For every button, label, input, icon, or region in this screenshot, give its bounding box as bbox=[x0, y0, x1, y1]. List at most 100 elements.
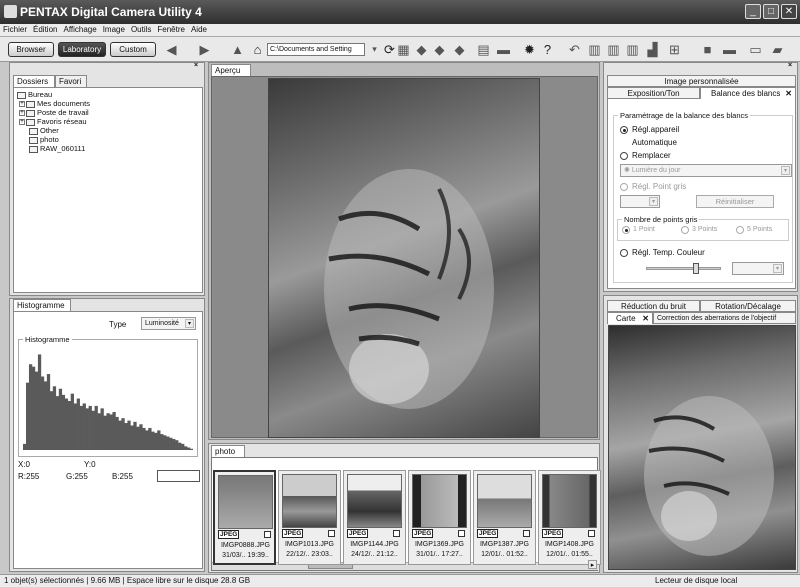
view-menu-icon[interactable]: ▰ bbox=[770, 42, 785, 57]
thumbnail-item[interactable]: JPEG IMGP1387.JPG 12/01/.. 01:52.. bbox=[473, 470, 536, 565]
scroll-right-icon[interactable]: ▸ bbox=[588, 560, 597, 569]
menu-fenetre[interactable]: Fenêtre bbox=[154, 24, 188, 35]
radio-remplacer[interactable] bbox=[620, 152, 628, 160]
tab-favori[interactable]: Favori bbox=[55, 75, 87, 87]
tab-dossiers[interactable]: Dossiers ✕ bbox=[13, 75, 55, 97]
grey-point-select[interactable]: ▾ bbox=[620, 195, 660, 208]
expand-icon[interactable]: + bbox=[19, 101, 25, 108]
tab-carte[interactable]: Carte ✕ bbox=[607, 312, 653, 324]
label-remplacer: Remplacer bbox=[632, 151, 671, 160]
menu-image[interactable]: Image bbox=[100, 24, 128, 35]
replace-preset-select[interactable]: ✺ Lumière du jour ▾ bbox=[620, 164, 792, 177]
browser-mode-button[interactable]: Browser bbox=[8, 42, 54, 57]
tool-flag-icon[interactable]: ▟ bbox=[645, 42, 660, 57]
preview-canvas[interactable] bbox=[211, 76, 598, 438]
thumbnail-checkbox[interactable] bbox=[264, 531, 271, 538]
settings-gear-icon[interactable]: ✹ bbox=[522, 42, 537, 57]
path-combo[interactable]: C:\Documents and Setting bbox=[267, 43, 365, 56]
radio-1-point[interactable] bbox=[622, 226, 630, 234]
thumbnail-item[interactable]: JPEG IMGP1013.JPG 22/12/.. 23:03.. bbox=[278, 470, 341, 565]
tree-item-mes-documents[interactable]: + Mes documents bbox=[17, 99, 199, 108]
histogram-type-select[interactable]: Luminosité ▾ bbox=[141, 317, 196, 330]
tab-balance-des-blancs[interactable]: Balance des blancs ✕ bbox=[700, 87, 796, 99]
reset-button[interactable]: Réinitialiser bbox=[696, 195, 774, 208]
tool-paste-icon[interactable]: ▥ bbox=[606, 42, 621, 57]
thumbnail-item[interactable]: JPEG IMGP1369.JPG 31/01/.. 17:27.. bbox=[408, 470, 471, 565]
menu-outils[interactable]: Outils bbox=[128, 24, 154, 35]
menu-edition[interactable]: Édition bbox=[30, 24, 60, 35]
tree-item-poste-de-travail[interactable]: + Poste de travail bbox=[17, 108, 199, 117]
menu-aide[interactable]: Aide bbox=[188, 24, 210, 35]
expand-icon[interactable]: + bbox=[19, 119, 25, 126]
back-arrow-icon[interactable]: ◀ bbox=[164, 42, 179, 57]
tree-item-bureau[interactable]: Bureau bbox=[17, 90, 199, 99]
thumbnail-checkbox[interactable] bbox=[393, 530, 400, 537]
thumbnail-checkbox[interactable] bbox=[523, 530, 530, 537]
label-3-points: 3 Points bbox=[692, 226, 718, 233]
tool-mail-icon[interactable]: ▬ bbox=[496, 42, 511, 57]
temp-slider-track[interactable] bbox=[646, 263, 721, 274]
tool-compare-icon[interactable]: ⊞ bbox=[667, 42, 682, 57]
custom-mode-button[interactable]: Custom bbox=[110, 42, 156, 57]
maximize-button[interactable]: □ bbox=[763, 4, 779, 19]
tool-grid-icon[interactable]: ▦ bbox=[396, 42, 411, 57]
adjustment-pane-close-icon[interactable]: × bbox=[788, 62, 792, 69]
thumbnail-item[interactable]: JPEG IMGP1408.JPG 12/01/.. 01:55.. bbox=[538, 470, 601, 565]
expand-icon[interactable]: + bbox=[19, 110, 25, 117]
tool-diamond-icon[interactable]: ◆ bbox=[414, 42, 429, 57]
tool-drop-icon[interactable]: ◆ bbox=[432, 42, 447, 57]
folder-pane-close-icon[interactable]: × bbox=[194, 62, 198, 69]
thumbnail-date: 31/03/.. 19:39.. bbox=[222, 552, 269, 559]
jpeg-badge: JPEG bbox=[347, 529, 369, 538]
radio-regl-appareil[interactable] bbox=[620, 126, 628, 134]
thumbnail-checkbox[interactable] bbox=[588, 530, 595, 537]
radio-3-points[interactable] bbox=[681, 226, 689, 234]
temp-value-select[interactable]: ▾ bbox=[732, 262, 784, 275]
close-button[interactable]: ✕ bbox=[781, 4, 797, 19]
view-panel-icon[interactable]: ▬ bbox=[722, 42, 737, 57]
raw-icon[interactable]: ▭ bbox=[748, 42, 763, 57]
tab-apercu[interactable]: Aperçu ✕ bbox=[211, 64, 251, 86]
thumbnail-filename: IMGP1144.JPG bbox=[350, 541, 399, 548]
home-icon[interactable]: ⌂ bbox=[250, 42, 265, 57]
tab-correction-aberrations[interactable]: Correction des aberrations de l'objectif bbox=[653, 312, 796, 324]
tab-photo[interactable]: photo ✕ bbox=[211, 445, 245, 467]
up-arrow-icon[interactable]: ▲ bbox=[230, 42, 245, 57]
path-dropdown-icon[interactable]: ▾ bbox=[367, 42, 382, 57]
tree-item-favoris-reseau[interactable]: + Favoris réseau bbox=[17, 117, 199, 126]
thumbnail-checkbox[interactable] bbox=[328, 530, 335, 537]
tree-item-raw-060111[interactable]: RAW_060111 bbox=[17, 144, 199, 153]
forward-arrow-icon[interactable]: ▶ bbox=[197, 42, 212, 57]
tab-image-personnalisee[interactable]: Image personnalisée bbox=[607, 75, 796, 87]
thumbnail-item[interactable]: JPEG IMGP1144.JPG 24/12/.. 21:12.. bbox=[343, 470, 406, 565]
radio-temp-couleur[interactable] bbox=[620, 249, 628, 257]
tab-exposition-ton[interactable]: Exposition/Ton bbox=[607, 87, 700, 99]
radio-5-points[interactable] bbox=[736, 226, 744, 234]
radio-point-gris[interactable] bbox=[620, 183, 628, 191]
tab-reduction-du-bruit[interactable]: Réduction du bruit bbox=[607, 300, 700, 312]
minimize-button[interactable]: _ bbox=[745, 4, 761, 19]
tab-rotation-decalage[interactable]: Rotation/Décalage bbox=[700, 300, 796, 312]
tree-item-photo[interactable]: photo bbox=[17, 135, 199, 144]
rotate-left-icon[interactable]: ↶ bbox=[567, 42, 582, 57]
menu-fichier[interactable]: Fichier bbox=[0, 24, 30, 35]
tool-move-icon[interactable]: ▥ bbox=[625, 42, 640, 57]
help-icon[interactable]: ? bbox=[540, 42, 555, 57]
histogram-bar bbox=[181, 443, 185, 450]
tree-item-other[interactable]: Other bbox=[17, 126, 199, 135]
thumbnail-item[interactable]: JPEG IMGP0888.JPG 31/03/.. 19:39.. bbox=[213, 470, 276, 565]
view-toggle-icon[interactable]: ■ bbox=[700, 42, 715, 57]
navigator-thumbnail[interactable] bbox=[608, 325, 796, 570]
histogram-bar bbox=[166, 436, 170, 450]
tab-histogramme[interactable]: Histogramme ✕ bbox=[13, 299, 71, 321]
thumbnail-checkbox[interactable] bbox=[458, 530, 465, 537]
menu-affichage[interactable]: Affichage bbox=[60, 24, 99, 35]
tool-print-icon[interactable]: ▤ bbox=[476, 42, 491, 57]
thumbnail-date: 24/12/.. 21:12.. bbox=[351, 551, 398, 558]
temp-slider-thumb[interactable] bbox=[692, 263, 699, 274]
folder-tree[interactable]: Bureau + Mes documents + Poste de travail … bbox=[13, 87, 203, 293]
tool-copy-icon[interactable]: ▥ bbox=[587, 42, 602, 57]
laboratory-mode-button[interactable]: Laboratory bbox=[58, 42, 106, 57]
tool-eraser-icon[interactable]: ◆ bbox=[452, 42, 467, 57]
refresh-icon[interactable]: ⟳ bbox=[382, 42, 397, 57]
